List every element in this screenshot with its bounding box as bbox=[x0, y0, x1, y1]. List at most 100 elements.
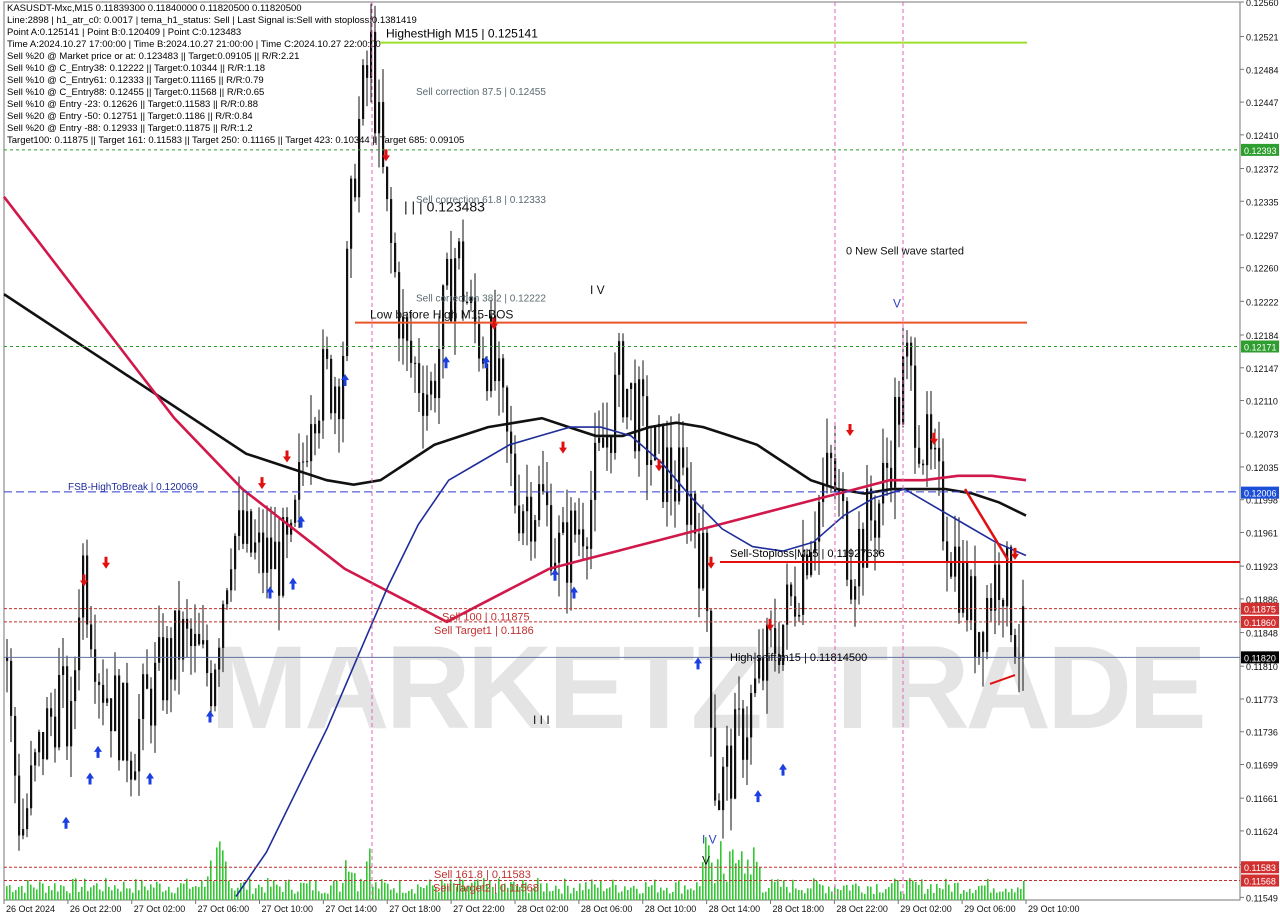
sell-arrow-icon bbox=[283, 450, 291, 463]
candle-body bbox=[266, 537, 269, 573]
candle-body bbox=[578, 529, 581, 535]
y-tick-label: 0.11661 bbox=[1246, 794, 1278, 804]
candle-body bbox=[162, 637, 165, 701]
volume-bar bbox=[399, 879, 401, 900]
volume-bar bbox=[729, 851, 731, 900]
candle-body bbox=[30, 765, 33, 809]
volume-bar bbox=[165, 890, 167, 900]
candle-body bbox=[330, 358, 333, 414]
volume-bar bbox=[339, 891, 341, 900]
volume-bar bbox=[261, 886, 263, 900]
candle-body bbox=[166, 638, 169, 701]
candle-body bbox=[226, 590, 229, 605]
volume-bar bbox=[171, 892, 173, 900]
candle-body bbox=[790, 584, 793, 597]
volume-bar bbox=[663, 890, 665, 900]
volume-bar bbox=[159, 883, 161, 900]
price-tag-label: 0.12171 bbox=[1244, 342, 1277, 352]
volume-bar bbox=[549, 891, 551, 900]
candle-body bbox=[714, 727, 717, 801]
volume-bar bbox=[864, 893, 866, 900]
volume-bar bbox=[1011, 888, 1013, 900]
annotation-sell-100: Sell 100 | 0.11875 bbox=[442, 612, 530, 624]
volume-bar bbox=[567, 885, 569, 900]
candle-body bbox=[994, 564, 997, 611]
y-tick-label: 0.12073 bbox=[1246, 429, 1279, 439]
volume-bar bbox=[582, 890, 584, 900]
candle-body bbox=[754, 678, 757, 694]
volume-bar bbox=[660, 887, 662, 900]
volume-bar bbox=[777, 879, 779, 900]
volume-bar bbox=[1008, 892, 1010, 900]
volume-bar bbox=[6, 886, 8, 900]
candle-body bbox=[202, 640, 205, 645]
volume-bar bbox=[150, 884, 152, 900]
volume-bar bbox=[405, 892, 407, 900]
volume-bar bbox=[252, 893, 254, 900]
volume-bar bbox=[306, 883, 308, 900]
y-tick-label: 0.12297 bbox=[1246, 231, 1279, 241]
volume-bar bbox=[558, 888, 560, 900]
candle-body bbox=[390, 199, 393, 243]
y-tick-label: 0.12484 bbox=[1246, 65, 1279, 75]
candle-body bbox=[626, 389, 629, 418]
volume-bar bbox=[768, 887, 770, 900]
volume-bar bbox=[126, 888, 128, 900]
volume-bar bbox=[885, 889, 887, 900]
candle-body bbox=[654, 427, 657, 461]
volume-bar bbox=[714, 883, 716, 900]
volume-bar bbox=[27, 879, 29, 900]
y-tick-label: 0.12110 bbox=[1246, 397, 1278, 407]
volume-bar bbox=[375, 882, 377, 900]
buy-arrow-icon bbox=[754, 790, 762, 803]
volume-bar bbox=[1014, 892, 1016, 900]
candle-body bbox=[746, 737, 749, 760]
volume-bar bbox=[24, 892, 26, 900]
volume-bar bbox=[123, 881, 125, 900]
candle-body bbox=[526, 496, 529, 512]
volume-bar bbox=[780, 886, 782, 900]
volume-bar bbox=[369, 848, 371, 900]
candle-body bbox=[534, 520, 537, 542]
candle-body bbox=[542, 484, 545, 492]
candle-body bbox=[310, 424, 313, 462]
candle-body bbox=[682, 447, 685, 468]
x-tick-label: 28 Oct 18:00 bbox=[773, 904, 825, 914]
volume-bar bbox=[96, 883, 98, 900]
annotation-highest-high: HighestHigh M15 | 0.125141 bbox=[386, 27, 538, 41]
candle-body bbox=[666, 447, 669, 502]
volume-bar bbox=[954, 883, 956, 900]
plot-frame bbox=[3, 1, 1241, 901]
volume-bar bbox=[654, 879, 656, 900]
price-chart[interactable]: MARKETZI TRADE HighestHigh M15 | 0.125141… bbox=[0, 0, 1280, 920]
candle-body bbox=[722, 766, 725, 811]
volume-bar bbox=[792, 879, 794, 900]
volume-bar bbox=[870, 886, 872, 900]
volume-bar bbox=[978, 886, 980, 900]
candle-body bbox=[182, 618, 185, 660]
candle-body bbox=[38, 731, 41, 753]
volume-bar bbox=[891, 883, 893, 900]
volume-bar bbox=[15, 890, 17, 900]
candle-body bbox=[138, 719, 141, 772]
candle-body bbox=[374, 31, 377, 134]
volume-bar bbox=[552, 890, 554, 900]
volume-bar bbox=[198, 886, 200, 900]
candle-body bbox=[34, 752, 37, 766]
annotation-sell-corr-382: Sell correction 38.2 | 0.12222 bbox=[416, 293, 546, 304]
volume-bar bbox=[417, 884, 419, 900]
volume-bar bbox=[333, 880, 335, 900]
volume-bar bbox=[930, 884, 932, 900]
candle-body bbox=[970, 576, 973, 621]
candle-body bbox=[294, 499, 297, 523]
candle-body bbox=[942, 461, 945, 542]
volume-bar bbox=[579, 883, 581, 900]
candle-body bbox=[794, 596, 797, 617]
buy-arrow-icon bbox=[86, 772, 94, 785]
volume-bar bbox=[1017, 887, 1019, 900]
volume-bar bbox=[699, 886, 701, 900]
volume-bar bbox=[915, 881, 917, 900]
candle-body bbox=[18, 775, 21, 836]
candle-body bbox=[518, 505, 521, 534]
volume-bar bbox=[687, 889, 689, 900]
